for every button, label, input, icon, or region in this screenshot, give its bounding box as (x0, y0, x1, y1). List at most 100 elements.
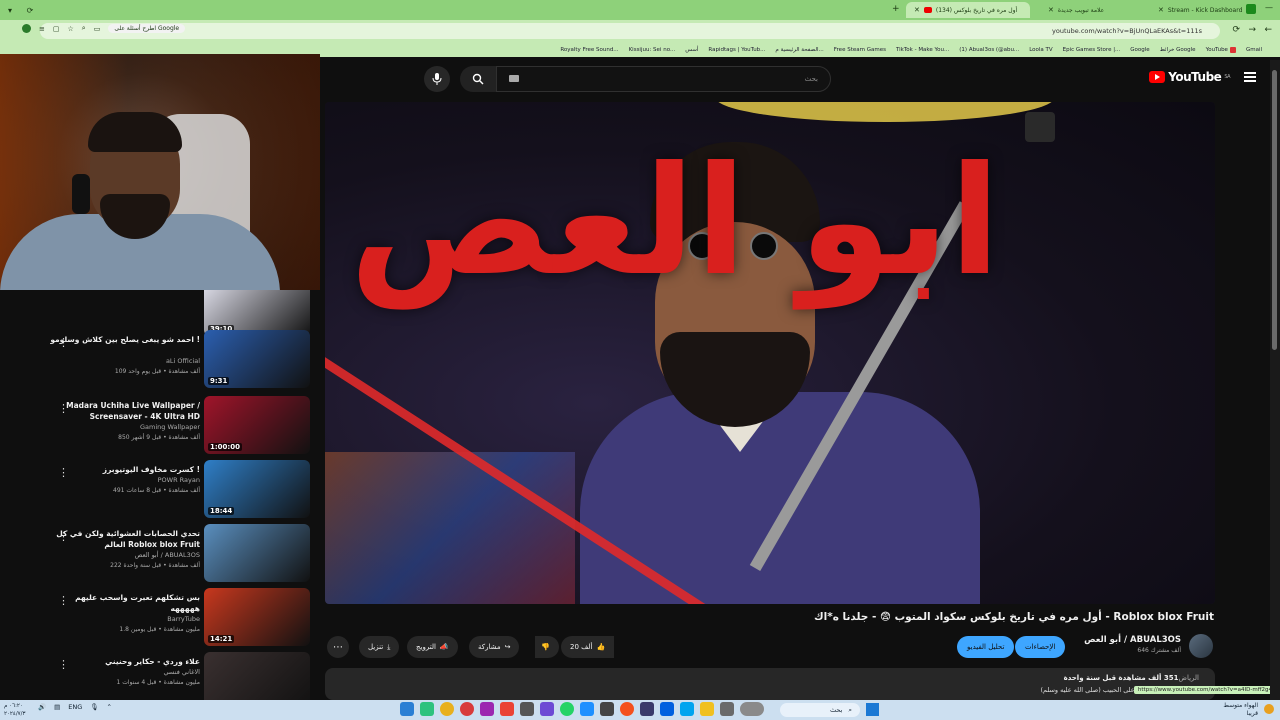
app-icon[interactable] (680, 702, 694, 716)
video-thumbnail[interactable]: 14:21 (204, 588, 310, 646)
chevron-up-icon[interactable]: ⌃ (107, 703, 112, 711)
description-box[interactable]: الرياض351 ألف مشاهدة قبل سنة واحدة الإكذ… (325, 668, 1215, 700)
minimize-icon[interactable]: — (1265, 3, 1273, 12)
recommendation-channel[interactable]: الاغاني فنسي (50, 668, 200, 676)
recommendation-title[interactable]: احمد شو يبغى يصلح بين كلاش وسلومو ! (50, 334, 200, 345)
video-thumbnail[interactable]: 9:31 (204, 330, 310, 388)
bookmark-item[interactable]: Free Steam Games (834, 47, 886, 53)
recommendation-title[interactable]: بس تشكلهم تعبرت واسحب عليهم هههههه (50, 592, 200, 614)
app-icon[interactable] (720, 702, 734, 716)
channel-avatar[interactable] (1189, 634, 1213, 658)
bookmark-item[interactable]: Epic Games Store |... (1063, 47, 1121, 53)
video-thumbnail[interactable] (204, 652, 310, 700)
video-thumbnail[interactable]: 1:00:00 (204, 396, 310, 454)
whatsapp-icon[interactable] (560, 702, 574, 716)
recommendation-item[interactable]: 18:44 كسرت مخاوف اليوتيوبرز ! ⋮ POWR Rayan 4… (0, 460, 320, 520)
video-player[interactable]: ابو العص (325, 102, 1215, 604)
close-tab-icon[interactable]: ✕ (1048, 6, 1054, 14)
app-icon[interactable] (420, 702, 434, 716)
more-actions-button[interactable]: ⋯ (327, 636, 349, 658)
keyboard-icon[interactable] (509, 75, 519, 82)
video-thumbnail[interactable]: 18:44 (204, 460, 310, 518)
app-icon[interactable] (460, 702, 474, 716)
extension-icon[interactable] (22, 24, 31, 33)
recommendation-title[interactable]: تحدي الحصابات العشوائية ولكن في كل العال… (50, 528, 200, 550)
bookmark-item[interactable]: Google (1130, 47, 1149, 53)
more-options-icon[interactable]: ⋮ (58, 402, 69, 415)
app-icon[interactable] (660, 702, 674, 716)
bookmark-page-icon[interactable]: ▢ (53, 25, 60, 33)
recommendation-channel[interactable]: Gaming Wallpaper (50, 423, 200, 431)
app-icon[interactable] (480, 702, 494, 716)
like-button[interactable]: 20 ألف 👍 (561, 636, 615, 658)
bookmark-item[interactable]: Loola TV (1029, 47, 1052, 53)
app-icon[interactable] (640, 702, 654, 716)
language-indicator[interactable]: ENG (68, 703, 82, 711)
recommendation-channel[interactable]: aLi Official (50, 357, 200, 365)
ask-google-chip[interactable]: اطرح أسئلة على Google (108, 24, 186, 33)
bookmark-item[interactable]: Royalty Free Sound... (560, 47, 618, 53)
recommendation-channel[interactable]: أبو العص / ABUAL3OS (50, 551, 200, 559)
search-button[interactable] (460, 66, 496, 92)
bookmark-item[interactable]: الصفحة الرئيسية م... (775, 47, 823, 53)
tab-youtube-video[interactable]: ✕ (134) أول مره في تاريخ بلوكس (906, 2, 1030, 18)
start-button-icon[interactable] (866, 703, 879, 716)
more-options-icon[interactable]: ⋮ (58, 594, 69, 607)
profile-icon[interactable] (1246, 4, 1256, 14)
dislike-button[interactable]: 👎 (535, 636, 559, 658)
tab-kick-dashboard[interactable]: ✕ Stream - Kick Dashboard (1150, 2, 1250, 18)
chrome-icon[interactable] (440, 702, 454, 716)
bookmark-item[interactable]: TikTok - Make You... (896, 47, 949, 53)
reload-icon[interactable]: ⟳ (1232, 25, 1240, 35)
reload-tabs-icon[interactable]: ⟳ (20, 6, 40, 15)
clock[interactable]: ٠٦:٢٠ م ٢٠٢٤/٧/٣ (4, 702, 25, 718)
recommendation-title[interactable]: كسرت مخاوف اليوتيوبرز ! (50, 464, 200, 475)
folder-icon[interactable] (700, 702, 714, 716)
bookmark-item[interactable]: (1) Abual3os (@abu... (959, 47, 1019, 53)
search-input[interactable]: بحث (496, 66, 831, 92)
tab-new-tab[interactable]: ✕ علامة تبويب جديدة (1040, 2, 1112, 18)
more-options-icon[interactable]: ⋮ (58, 530, 69, 543)
bookmark-item[interactable]: YouTube (1206, 46, 1236, 53)
app-icon[interactable] (500, 702, 514, 716)
close-tab-icon[interactable]: ✕ (914, 6, 920, 14)
app-icon[interactable] (540, 702, 554, 716)
recommendation-channel[interactable]: POWR Rayan (50, 476, 200, 484)
recommendation-item[interactable]: تحدي الحصابات العشوائية ولكن في كل العال… (0, 524, 320, 584)
bookmark-item[interactable]: خرائط Google (1160, 47, 1196, 53)
app-icon[interactable] (740, 702, 764, 716)
app-icon[interactable] (400, 702, 414, 716)
share-button[interactable]: مشاركة ↪ (469, 636, 520, 658)
cast-icon[interactable]: ▭ (94, 25, 101, 33)
bookmark-item[interactable]: أسس (685, 47, 698, 53)
new-tab-button[interactable]: + (892, 4, 900, 14)
window-menu-icon[interactable]: ▾ (0, 6, 20, 15)
bookmark-item[interactable]: Rapidtags | YouTub... (708, 47, 765, 53)
voice-search-button[interactable] (424, 66, 450, 92)
taskbar-search[interactable]: بحث ⌕ (780, 703, 860, 717)
bookmark-item[interactable]: Gmail (1246, 47, 1262, 53)
address-bar[interactable]: youtube.com/watch?v=BjUnQLaEKAs&t=111s (40, 23, 1220, 39)
lens-icon[interactable]: ⌕ (82, 24, 86, 33)
recommendation-item[interactable]: 1:00:00 Madara Uchiha Live Wallpaper / Sc… (0, 396, 320, 456)
app-icon[interactable] (620, 702, 634, 716)
weather-widget[interactable]: الهواء متوسط قريبا (1223, 702, 1258, 718)
recommendation-title[interactable]: Madara Uchiha Live Wallpaper / Screensav… (50, 400, 200, 422)
close-tab-icon[interactable]: ✕ (1158, 6, 1164, 14)
download-button[interactable]: تنزيل ⤓ (359, 636, 400, 658)
tab-search-icon[interactable]: ≡ (39, 25, 45, 33)
analyze-video-button[interactable]: تحليل الفيديو (957, 636, 1015, 658)
back-icon[interactable]: ← (1264, 25, 1272, 35)
more-options-icon[interactable]: ⋮ (58, 336, 69, 349)
star-icon[interactable]: ☆ (68, 25, 74, 33)
speaker-icon[interactable]: 🔊 (38, 703, 46, 711)
recommendation-title[interactable]: علاء وردي - حكاير وحنيني (50, 656, 200, 667)
mic-tray-icon[interactable]: 🎙 (90, 703, 98, 711)
channel-name[interactable]: أبو العص / ABUAL3OS (1084, 635, 1181, 645)
video-thumbnail[interactable] (204, 524, 310, 582)
app-icon[interactable] (520, 702, 534, 716)
analytics-button[interactable]: الإحصاءات (1015, 636, 1066, 658)
bookmark-item[interactable]: Kissijuu: Sei no... (629, 47, 676, 53)
menu-icon[interactable] (1244, 72, 1256, 82)
page-scrollbar[interactable] (1270, 60, 1280, 700)
